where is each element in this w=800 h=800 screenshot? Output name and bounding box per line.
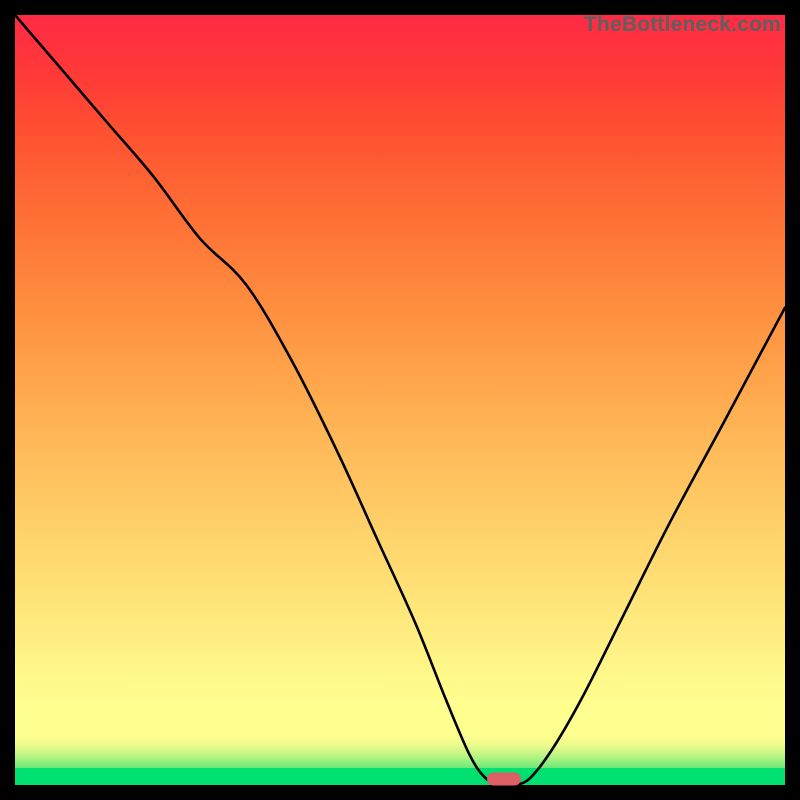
bottleneck-curve-path: [15, 15, 785, 786]
bottleneck-curve-svg: [15, 15, 785, 785]
plot-area: TheBottleneck.com: [15, 15, 785, 785]
chart-frame: TheBottleneck.com: [0, 0, 800, 800]
optimal-point-marker: [487, 772, 521, 785]
